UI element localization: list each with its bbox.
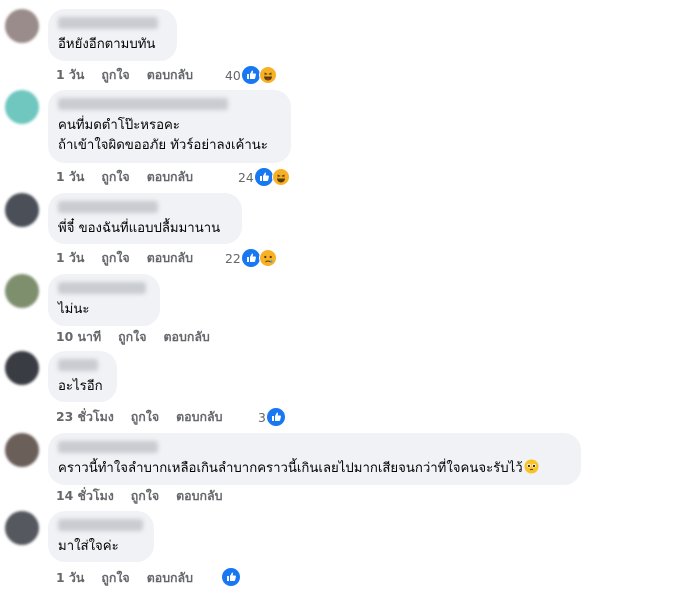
comment-meta: 1 วัน ถูกใจ ตอบกลับ	[56, 167, 210, 187]
author-name[interactable]	[58, 17, 158, 29]
comment-text: คราวนี้ทำใจลำบากเหลือเกินลำบากคราวนี้เกิ…	[58, 459, 569, 479]
timestamp[interactable]: 10 นาที	[56, 328, 101, 347]
reply-link[interactable]: ตอบกลับ	[163, 328, 209, 347]
reaction-summary[interactable]: 22	[225, 247, 277, 269]
like-link[interactable]: ถูกใจ	[101, 168, 129, 187]
like-icon	[266, 408, 285, 426]
comment-bubble: อีหยังอีกตามบทัน	[48, 9, 177, 61]
comment-text: มาใส่ใจค่ะ	[58, 539, 119, 554]
comment-text: คนที่มดตำโป๊ะหรอคะ ถ้าเข้าใจผิดขออภัย ทั…	[58, 118, 268, 153]
avatar[interactable]	[5, 193, 39, 227]
haha-icon	[271, 168, 290, 186]
author-name[interactable]	[58, 519, 143, 531]
avatar[interactable]	[5, 351, 39, 385]
comment-meta: 14 ชั่วโมง ถูกใจ ตอบกลับ	[56, 486, 239, 506]
comment-bubble: อะไรอีก	[48, 351, 117, 402]
comment-text: พี่จี๋ ของฉันที่แอบปลื้มมานาน	[58, 221, 221, 236]
author-name[interactable]	[58, 98, 228, 110]
author-name[interactable]	[58, 282, 146, 294]
comment-text: อะไรอีก	[58, 379, 103, 394]
timestamp[interactable]: 23 ชั่วโมง	[56, 408, 114, 427]
like-link[interactable]: ถูกใจ	[118, 328, 146, 347]
comment-bubble: คราวนี้ทำใจลำบากเหลือเกินลำบากคราวนี้เกิ…	[48, 433, 581, 485]
author-name[interactable]	[58, 441, 158, 453]
comment-bubble: คนที่มดตำโป๊ะหรอคะ ถ้าเข้าใจผิดขออภัย ทั…	[48, 90, 291, 163]
like-link[interactable]: ถูกใจ	[101, 569, 129, 588]
timestamp[interactable]: 14 ชั่วโมง	[56, 487, 114, 506]
sad-icon	[258, 249, 277, 267]
reaction-summary[interactable]: 40	[225, 64, 277, 86]
reaction-summary[interactable]: 24	[238, 166, 290, 188]
comment-bubble: มาใส่ใจค่ะ	[48, 511, 154, 562]
reply-link[interactable]: ตอบกลับ	[176, 408, 222, 427]
reply-link[interactable]: ตอบกลับ	[147, 569, 193, 588]
avatar[interactable]	[5, 9, 39, 43]
comment-text-content: คราวนี้ทำใจลำบากเหลือเกินลำบากคราวนี้เกิ…	[58, 461, 523, 476]
avatar[interactable]	[5, 90, 39, 124]
timestamp[interactable]: 1 วัน	[56, 66, 84, 85]
avatar[interactable]	[5, 511, 39, 545]
avatar[interactable]	[5, 274, 39, 308]
comment-bubble: พี่จี๋ ของฉันที่แอบปลื้มมานาน	[48, 193, 242, 244]
reply-link[interactable]: ตอบกลับ	[176, 487, 222, 506]
timestamp[interactable]: 1 วัน	[56, 249, 84, 268]
reply-link[interactable]: ตอบกลับ	[147, 249, 193, 268]
reply-link[interactable]: ตอบกลับ	[147, 168, 193, 187]
timestamp[interactable]: 1 วัน	[56, 569, 84, 588]
reaction-count: 3	[258, 409, 266, 425]
like-icon	[254, 168, 273, 186]
reaction-count: 40	[225, 67, 241, 83]
avatar[interactable]	[5, 433, 39, 467]
like-link[interactable]: ถูกใจ	[131, 408, 159, 427]
comment-text: ไม่นะ	[58, 302, 90, 317]
reaction-summary[interactable]: 3	[258, 406, 285, 428]
pleading-face-icon	[524, 459, 539, 474]
comment-meta: 1 วัน ถูกใจ ตอบกลับ	[56, 65, 210, 85]
reply-link[interactable]: ตอบกลับ	[147, 66, 193, 85]
author-name[interactable]	[58, 359, 98, 371]
like-link[interactable]: ถูกใจ	[101, 249, 129, 268]
like-icon	[222, 568, 240, 586]
comment-meta: 1 วัน ถูกใจ ตอบกลับ	[56, 248, 210, 268]
reaction-summary[interactable]	[222, 566, 240, 588]
like-link[interactable]: ถูกใจ	[101, 66, 129, 85]
reaction-count: 24	[238, 169, 254, 185]
like-icon	[241, 66, 260, 84]
like-link[interactable]: ถูกใจ	[131, 487, 159, 506]
comment-text: อีหยังอีกตามบทัน	[58, 37, 156, 52]
comment-meta: 10 นาที ถูกใจ ตอบกลับ	[56, 327, 227, 347]
comment-meta: 1 วัน ถูกใจ ตอบกลับ	[56, 568, 210, 588]
timestamp[interactable]: 1 วัน	[56, 168, 84, 187]
haha-icon	[258, 66, 277, 84]
reaction-count: 22	[225, 250, 241, 266]
comment-meta: 23 ชั่วโมง ถูกใจ ตอบกลับ	[56, 407, 239, 427]
comment-bubble: ไม่นะ	[48, 274, 160, 326]
like-icon	[241, 249, 260, 267]
author-name[interactable]	[58, 201, 158, 213]
